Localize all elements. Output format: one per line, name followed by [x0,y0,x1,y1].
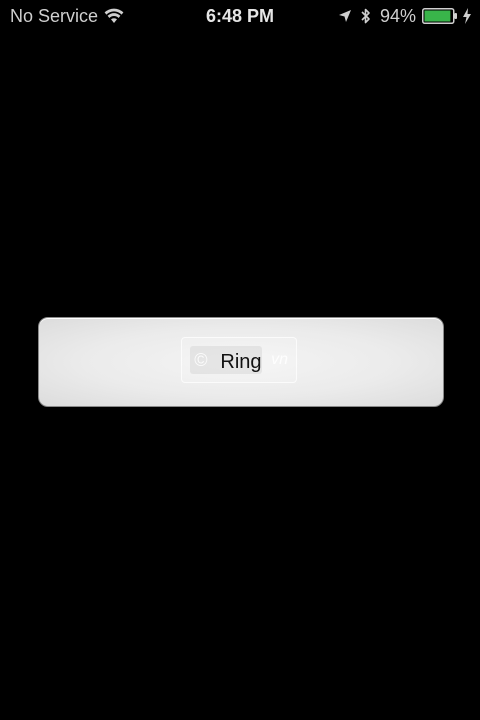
battery-icon [422,8,457,24]
battery-fill [424,10,451,22]
carrier-label: No Service [10,5,99,26]
status-bar-right: 94% [338,5,472,27]
battery-percent: 94% [379,5,416,26]
ring-button-label: Ring [220,350,262,373]
status-bar-left: No Service [10,5,124,27]
charging-bolt-icon [463,8,471,24]
wifi-icon [104,8,124,23]
status-bar: No Service 6:48 PM 94% [0,0,480,32]
ring-button[interactable]: © vn Ring [38,317,444,407]
bluetooth-icon [361,8,370,24]
location-arrow-icon [338,10,351,22]
